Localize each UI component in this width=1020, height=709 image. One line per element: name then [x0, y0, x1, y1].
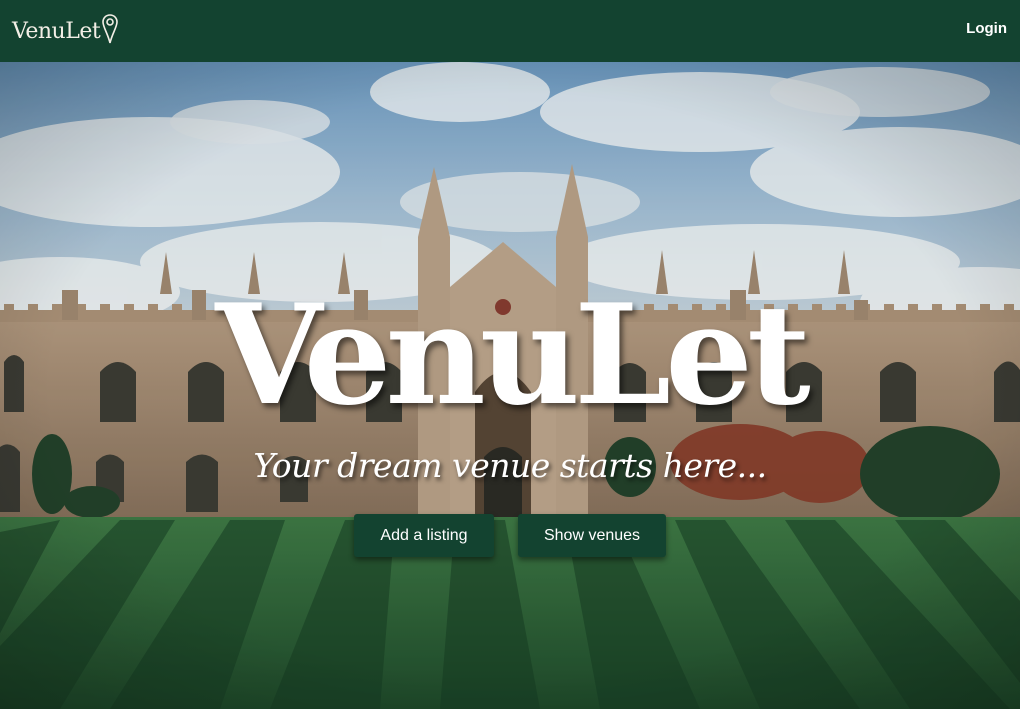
logo-text: VenuLet [12, 19, 101, 44]
hero-subtitle: Your dream venue starts here... [253, 446, 767, 485]
map-pin-icon [102, 14, 119, 44]
login-link[interactable]: Login [966, 20, 1007, 37]
add-listing-button[interactable]: Add a listing [354, 514, 494, 557]
show-venues-button[interactable]: Show venues [518, 514, 666, 557]
hero-title: VenuLet [215, 273, 810, 436]
top-navbar: VenuLet Login [0, 0, 1020, 62]
hero-actions: Add a listing Show venues [0, 514, 1020, 557]
hero-section: VenuLet Your dream venue starts here... … [0, 62, 1020, 709]
logo[interactable]: VenuLet [12, 14, 119, 48]
